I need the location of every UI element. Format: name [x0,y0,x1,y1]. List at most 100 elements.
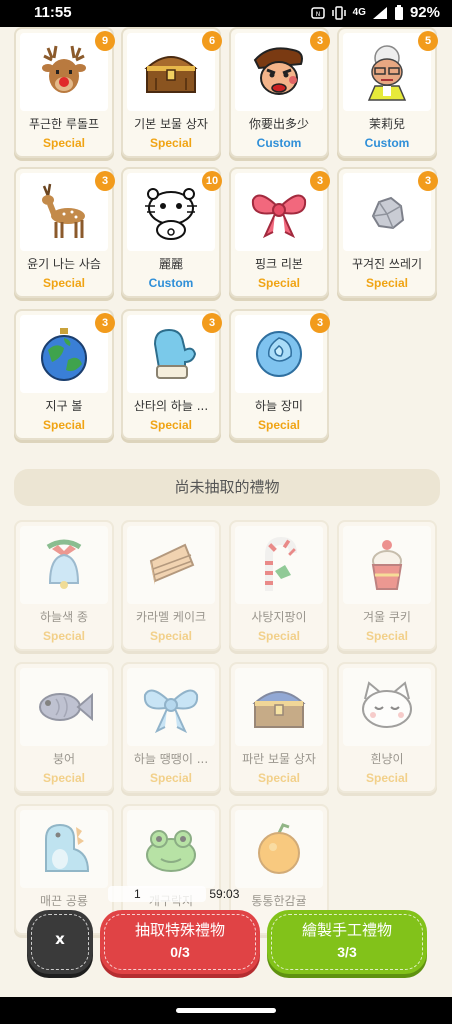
gift-type-label: Special [42,771,86,785]
gift-thumbnail [20,668,108,746]
gift-thumbnail [235,810,323,888]
gift-name: 통통한감귤 [251,894,307,908]
gift-thumbnail [127,668,215,746]
gift-card-locked[interactable]: 하늘색 종 Special [14,520,114,651]
draw-custom-gift-button[interactable]: 繪製手工禮物 3/3 [267,910,427,974]
gift-thumbnail [235,526,323,604]
vibrate-icon [331,5,346,20]
draw-custom-label: 繪製手工禮物 [301,921,392,939]
close-button[interactable]: x [27,910,93,974]
gift-card[interactable]: 10 麗麗 Custom [121,167,222,298]
reindeer-icon [42,45,86,93]
gift-card-locked[interactable]: 겨울 쿠키 Special [337,520,437,651]
gift-card-locked[interactable]: 카라멜 케이크 Special [121,520,221,651]
gift-card[interactable]: 3 핑크 리본 Special [229,167,330,298]
gift-type-label: Special [149,136,193,150]
gift-card-locked[interactable]: 파란 보물 상자 Special [229,662,329,793]
draw-special-label: 抽取特殊禮物 [134,921,225,939]
uncollected-section-header: 尚未抽取的禮物 [14,469,440,506]
countdown-timer: 1 59:03 [134,887,239,901]
gift-card[interactable]: 3 윤기 나는 사슴 Special [14,167,115,298]
home-gesture-pill[interactable] [176,1008,276,1013]
gift-name: 你要出多少 [248,117,309,131]
gift-card[interactable]: 9 푸근한 루돌프 Special [14,27,115,158]
gift-name: 카라멜 케이크 [135,610,207,624]
gift-name: 핑크 리본 [255,257,303,271]
gift-type-label: Custom [256,136,302,150]
gift-type-label: Special [42,136,86,150]
count-badge: 3 [418,171,438,191]
gift-type-label: Special [149,629,193,643]
gift-card-locked[interactable]: 흰냥이 Special [337,662,437,793]
earth-ornament-icon [41,328,87,381]
gift-thumbnail [343,526,431,604]
gift-thumbnail [127,526,215,604]
gift-name: 사탕지팡이 [251,610,307,624]
deer-icon [42,183,85,238]
white-cat-icon [362,681,412,728]
gift-name: 하늘색 종 [40,610,88,624]
gift-name: 윤기 나는 사슴 [27,257,101,271]
blue-rose-icon [256,331,302,377]
system-nav-bar [0,997,452,1024]
gift-card[interactable]: 3 꾸겨진 쓰레기 Special [337,167,438,298]
gift-card-locked[interactable]: 하늘 땡땡이 ... Special [121,662,221,793]
gift-name: 산타의 하늘 ... [133,399,209,413]
gift-name: 하늘 땡땡이 ... [133,752,209,766]
gift-card[interactable]: 5 茉莉兒 Custom [337,27,438,158]
count-badge: 3 [202,313,222,333]
frog-icon [146,830,196,872]
count-badge: 3 [310,31,330,51]
draw-special-count: 0/3 [170,944,190,960]
gift-name: 茉莉兒 [368,117,405,131]
blue-ribbon-icon [143,689,199,734]
svg-text:N: N [315,11,320,18]
gift-card[interactable]: 3 你要出多少 Custom [229,27,330,158]
count-badge: 3 [95,313,115,333]
count-badge: 9 [95,31,115,51]
gift-thumbnail [20,526,108,604]
gift-card[interactable]: 3 지구 볼 Special [14,309,115,440]
gift-thumbnail [20,810,108,888]
gift-type-label: Special [149,771,193,785]
gift-type-label: Special [42,276,86,290]
blue-chest-icon [252,691,306,728]
network-type: 4G [352,7,366,18]
gift-thumbnail [127,810,215,888]
gift-card-locked[interactable]: 붕어 Special [14,662,114,793]
orange-icon [258,823,300,874]
count-badge: 3 [310,171,330,191]
grandma-icon [367,45,407,101]
gift-type-label: Special [42,418,86,432]
gift-name: 붕어 [52,752,76,766]
gift-type-label: Special [257,771,301,785]
hamster-icon [145,188,197,240]
gift-card-locked[interactable]: 사탕지팡이 Special [229,520,329,651]
nfc-icon: N [310,6,325,19]
gift-type-label: Special [365,276,409,290]
signal-icon [372,6,387,19]
gift-name: 지구 볼 [45,399,83,413]
gift-name: 흰냥이 [370,752,404,766]
gift-name: 하늘 장미 [255,399,303,413]
gift-name: 기본 보물 상자 [134,117,208,131]
draw-special-gift-button[interactable]: 抽取特殊禮物 0/3 [100,910,260,974]
gift-card[interactable]: 3 하늘 장미 Special [229,309,330,440]
gift-type-label: Special [149,418,193,432]
gift-name: 파란 보물 상자 [242,752,316,766]
fish-icon [39,692,93,722]
gift-type-label: Custom [364,136,410,150]
gift-name: 푸근한 루돌프 [28,117,100,131]
count-badge: 6 [202,31,222,51]
battery-icon [394,4,403,20]
crumpled-paper-icon [371,196,405,230]
gift-card[interactable]: 6 기본 보물 상자 Special [121,27,222,158]
gift-scroll-area[interactable]: 9 푸근한 루돌프 Special 6 기본 보물 상자 Special 3 你… [0,27,452,997]
angry-man-icon [253,47,303,95]
mitten-icon [153,328,197,379]
gift-card[interactable]: 3 산타의 하늘 ... Special [121,309,222,440]
battery-percent: 92% [409,4,440,21]
count-badge: 10 [202,171,222,191]
treasure-chest-icon [144,56,198,93]
count-badge: 3 [310,313,330,333]
